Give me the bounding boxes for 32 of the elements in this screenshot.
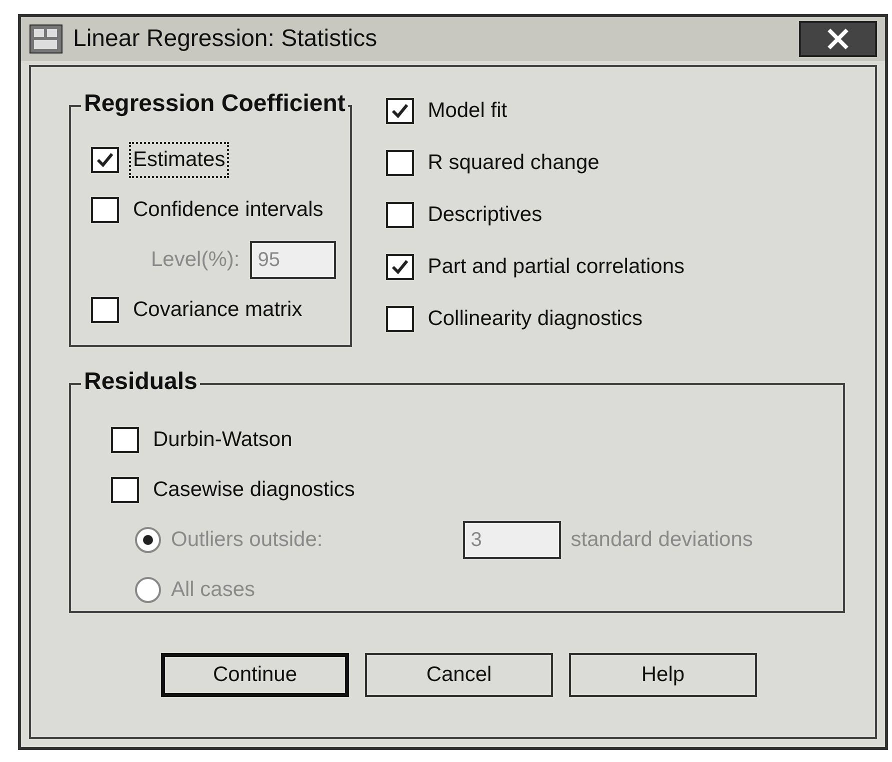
app-icon: [29, 24, 63, 54]
checkbox[interactable]: [91, 147, 119, 173]
checkbox[interactable]: [91, 197, 119, 223]
checkbox-label[interactable]: Part and partial correlations: [424, 249, 689, 285]
dialog-button[interactable]: Continue: [161, 653, 349, 697]
checkbox[interactable]: [111, 477, 139, 503]
close-button[interactable]: [799, 21, 877, 57]
window-title: Linear Regression: Statistics: [73, 24, 378, 54]
check-icon: [390, 102, 410, 120]
dialog-button[interactable]: Help: [569, 653, 757, 697]
checkbox-label[interactable]: Estimates: [129, 142, 230, 178]
checkbox[interactable]: [91, 297, 119, 323]
checkbox[interactable]: [386, 98, 414, 124]
check-icon: [95, 151, 115, 169]
checkbox-label[interactable]: Descriptives: [424, 197, 546, 233]
checkbox[interactable]: [111, 427, 139, 453]
checkbox-label[interactable]: Collinearity diagnostics: [424, 301, 646, 337]
checkbox-label[interactable]: R squared change: [424, 145, 604, 181]
dialog-button[interactable]: Cancel: [365, 653, 553, 697]
checkbox-label[interactable]: Durbin-Watson: [149, 422, 296, 458]
checkbox-label[interactable]: Confidence intervals: [129, 192, 328, 228]
field-suffix: standard deviations: [570, 527, 753, 554]
close-icon: [825, 27, 851, 51]
checkbox[interactable]: [386, 306, 414, 332]
checkbox[interactable]: [386, 150, 414, 176]
checkbox-label[interactable]: Model fit: [424, 93, 512, 129]
checkbox[interactable]: [386, 202, 414, 228]
checkbox-label[interactable]: Casewise diagnostics: [149, 472, 359, 508]
checkbox-label[interactable]: Covariance matrix: [129, 292, 306, 328]
check-icon: [390, 258, 410, 276]
checkbox[interactable]: [386, 254, 414, 280]
field-label: Level(%):: [151, 247, 240, 274]
